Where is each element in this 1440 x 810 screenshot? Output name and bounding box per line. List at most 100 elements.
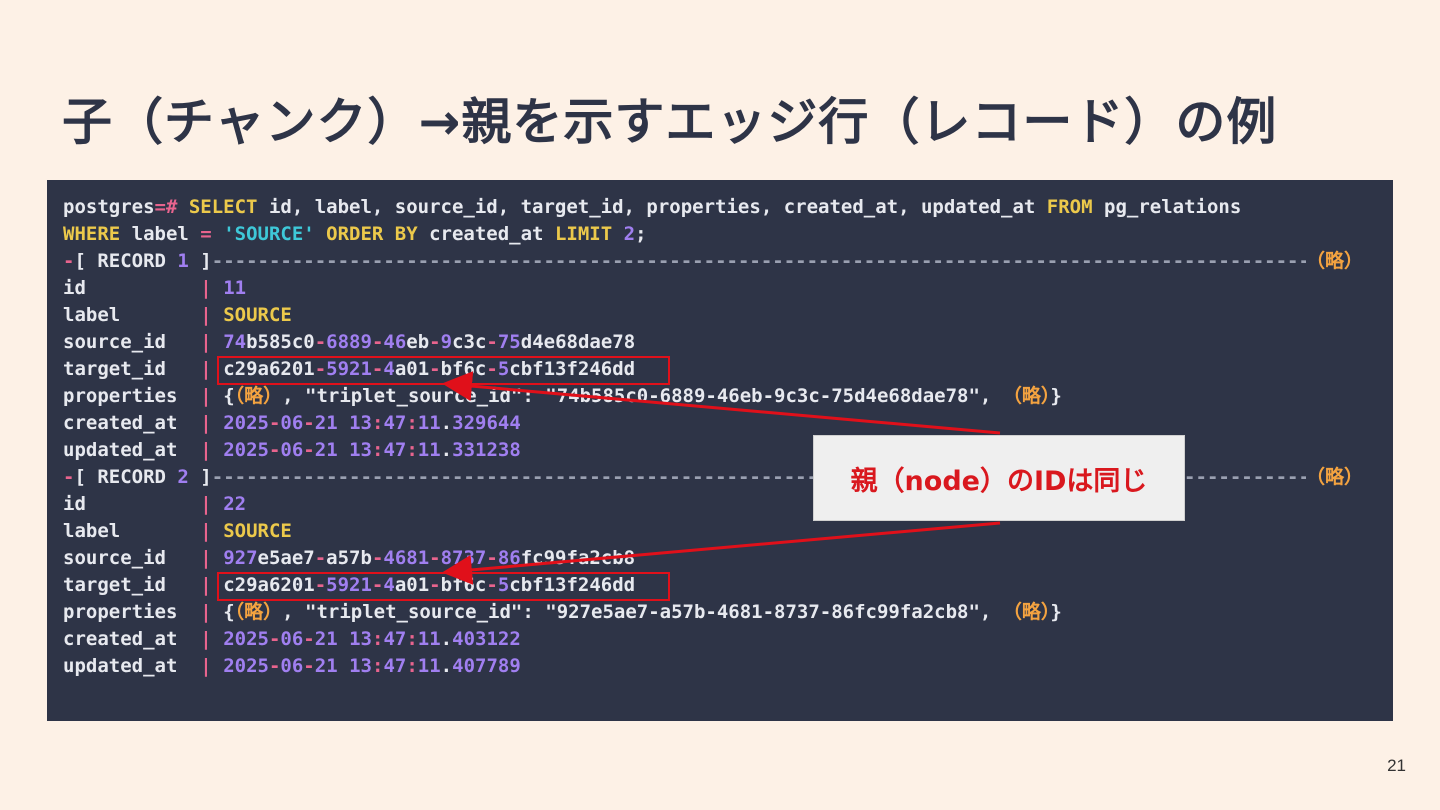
- abbrev-marker: （略）: [1305, 250, 1363, 272]
- value-segment: -: [314, 331, 327, 353]
- keyword-order-by: ORDER BY: [326, 223, 418, 245]
- json-open-brace: {: [223, 601, 235, 623]
- field-row-updated-at: updated_at | 2025-06-21 13:47:11.331238: [63, 437, 1393, 464]
- value-segment: e5ae7: [257, 547, 315, 569]
- value-segment: 46: [383, 331, 407, 353]
- value-segment: -: [268, 412, 281, 434]
- value-segment: [338, 439, 349, 461]
- value-segment: -: [429, 331, 441, 353]
- column-separator: |: [200, 574, 212, 596]
- field-label: updated_at: [63, 439, 201, 461]
- value-segment: :: [371, 655, 384, 677]
- keyword-limit: LIMIT: [554, 223, 613, 245]
- column-separator: |: [200, 547, 212, 569]
- column-separator: |: [200, 628, 212, 650]
- value-segment: 403122: [452, 628, 521, 650]
- value-segment: 4681: [383, 547, 430, 569]
- field-label: source_id: [63, 331, 201, 353]
- record-number: 1: [177, 250, 189, 272]
- value-segment: 11: [417, 628, 441, 650]
- json-open-brace: {: [223, 385, 235, 407]
- string-literal: 'SOURCE': [223, 223, 315, 245]
- value-segment: 13: [349, 439, 372, 461]
- record-suffix: ]: [188, 466, 212, 488]
- field-row-id: id | 22: [63, 491, 1393, 518]
- value-segment: -: [303, 412, 315, 434]
- record-number: 2: [177, 466, 189, 488]
- value-segment: c3c: [452, 331, 487, 353]
- properties-value: , "triplet_source_id": "927e5ae7-a57b-46…: [282, 601, 1003, 623]
- value-segment: .: [440, 655, 453, 677]
- value-segment: -: [268, 628, 281, 650]
- order-column: created_at: [417, 223, 555, 245]
- field-value: SOURCE: [223, 520, 292, 542]
- value-segment: [338, 628, 349, 650]
- value-segment: .: [440, 628, 453, 650]
- keyword-from: FROM: [1046, 196, 1093, 218]
- prompt-name: postgres: [63, 196, 155, 218]
- value-segment: 86: [497, 547, 521, 569]
- field-label: source_id: [63, 547, 201, 569]
- value-segment: -: [371, 331, 384, 353]
- value-segment: :: [371, 628, 384, 650]
- abbrev-marker: （略）: [234, 601, 283, 623]
- value-segment: -: [486, 547, 498, 569]
- value-segment: -: [371, 547, 384, 569]
- record-dash: -: [63, 466, 75, 488]
- value-segment: 06: [280, 412, 304, 434]
- column-separator: |: [200, 277, 212, 299]
- field-label: created_at: [63, 628, 201, 650]
- value-segment: [338, 655, 349, 677]
- callout-box: 親（node）のIDは同じ: [813, 435, 1185, 521]
- value-segment: :: [406, 439, 418, 461]
- json-close-brace: }: [1050, 385, 1062, 407]
- field-row-source-id: source_id | 927e5ae7-a57b-4681-8737-86fc…: [63, 545, 1393, 572]
- column-separator: |: [200, 331, 212, 353]
- record-header: -[ RECORD 1 ] ---------------------------…: [63, 248, 1363, 275]
- value-segment: 2025: [223, 412, 269, 434]
- value-segment: :: [371, 412, 384, 434]
- target-id-highlight-1: [217, 356, 670, 385]
- field-row-properties: properties | {（略）, "triplet_source_id": …: [63, 599, 1393, 626]
- query-line-2: WHERE label = 'SOURCE' ORDER BY created_…: [63, 221, 1393, 248]
- value-segment: 47: [383, 628, 407, 650]
- record-dash: -: [63, 250, 75, 272]
- abbrev-marker: （略）: [1002, 601, 1051, 623]
- value-segment: fc99fa2cb8: [520, 547, 636, 569]
- limit-value: 2: [623, 223, 636, 245]
- field-row-label: label | SOURCE: [63, 518, 1393, 545]
- value-segment: :: [406, 412, 418, 434]
- value-segment: 2025: [223, 628, 269, 650]
- keyword-where: WHERE: [63, 223, 121, 245]
- value-segment: 927: [223, 547, 258, 569]
- column-separator: |: [200, 412, 212, 434]
- value-segment: -: [268, 655, 281, 677]
- value-segment: -: [314, 547, 327, 569]
- target-id-highlight-2: [217, 572, 670, 601]
- record-prefix: [ RECORD: [74, 466, 178, 488]
- value-segment: 2025: [223, 439, 269, 461]
- abbrev-marker: （略）: [234, 385, 283, 407]
- record-prefix: [ RECORD: [74, 250, 178, 272]
- value-segment: :: [406, 628, 418, 650]
- field-label: properties: [63, 601, 201, 623]
- value-segment: -: [429, 547, 441, 569]
- field-label: created_at: [63, 412, 201, 434]
- value-segment: 11: [417, 439, 441, 461]
- field-label: target_id: [63, 574, 201, 596]
- keyword-select: SELECT: [188, 196, 258, 218]
- equals-operator: =: [200, 223, 212, 245]
- field-label: target_id: [63, 358, 201, 380]
- query-line-1: postgres=# SELECT id, label, source_id, …: [63, 194, 1393, 221]
- slide-title: 子（チャンク）→親を示すエッジ行（レコード）の例: [62, 93, 1278, 151]
- value-segment: 06: [280, 655, 304, 677]
- field-row-updated-at: updated_at | 2025-06-21 13:47:11.407789: [63, 653, 1393, 680]
- field-value: 11: [223, 277, 247, 299]
- field-row-created-at: created_at | 2025-06-21 13:47:11.403122: [63, 626, 1393, 653]
- properties-value: , "triplet_source_id": "74b585c0-6889-46…: [282, 385, 1003, 407]
- field-label: id: [63, 277, 201, 299]
- value-segment: 47: [383, 655, 407, 677]
- value-segment: -: [303, 628, 315, 650]
- where-column: label: [120, 223, 201, 245]
- field-label: label: [63, 304, 201, 326]
